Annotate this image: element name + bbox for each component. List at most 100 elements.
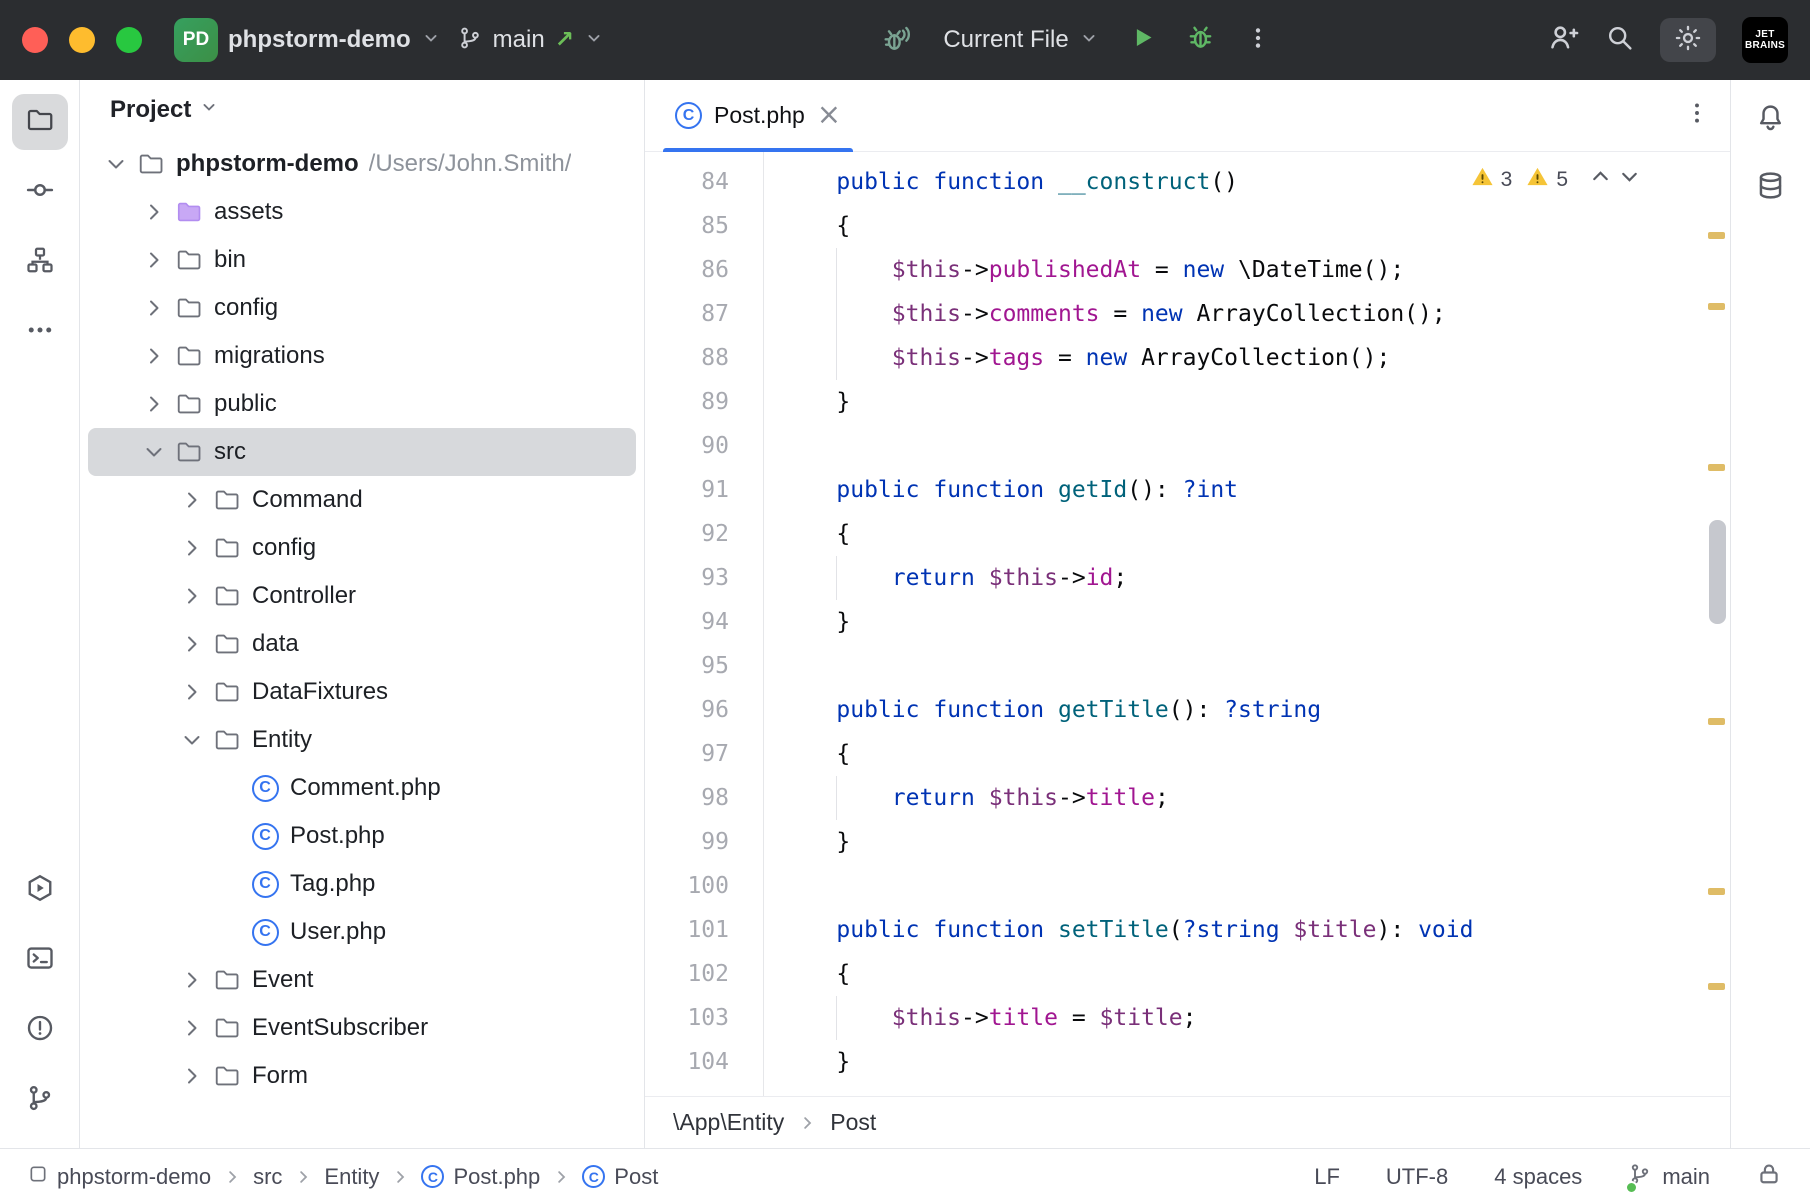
more-tools-button[interactable] bbox=[12, 304, 68, 360]
code-line[interactable]: 88 $this->tags = new ArrayCollection(); bbox=[645, 336, 1730, 380]
line-number[interactable]: 94 bbox=[645, 600, 763, 644]
breadcrumb-item[interactable]: \App\Entity bbox=[673, 1109, 784, 1136]
structure-tool-button[interactable] bbox=[12, 234, 68, 290]
close-window-button[interactable] bbox=[22, 27, 48, 53]
run-button[interactable] bbox=[1129, 24, 1156, 56]
line-number[interactable]: 93 bbox=[645, 556, 763, 600]
tree-item-event[interactable]: Event bbox=[88, 956, 636, 1004]
code-line[interactable]: 103 $this->title = $title; bbox=[645, 996, 1730, 1040]
previous-problem-button[interactable] bbox=[1588, 164, 1613, 195]
close-tab-icon[interactable]: × bbox=[817, 100, 841, 129]
services-tool-button[interactable] bbox=[12, 862, 68, 918]
line-number[interactable]: 104 bbox=[645, 1040, 763, 1084]
tree-chevron-icon[interactable] bbox=[136, 290, 172, 326]
notifications-bell-icon[interactable] bbox=[1755, 102, 1786, 138]
tree-chevron-icon[interactable] bbox=[174, 722, 210, 758]
tree-chevron-icon[interactable] bbox=[136, 338, 172, 374]
tree-chevron-icon[interactable] bbox=[174, 530, 210, 566]
line-number[interactable]: 91 bbox=[645, 468, 763, 512]
line-ending-widget[interactable]: LF bbox=[1314, 1164, 1340, 1190]
code-line[interactable]: 94 } bbox=[645, 600, 1730, 644]
code-line[interactable]: 85 { bbox=[645, 204, 1730, 248]
project-tool-button[interactable] bbox=[12, 94, 68, 150]
tree-item-config[interactable]: config bbox=[88, 284, 636, 332]
project-panel-header[interactable]: Project bbox=[80, 80, 644, 140]
terminal-tool-button[interactable] bbox=[12, 932, 68, 988]
tree-chevron-icon[interactable] bbox=[174, 1058, 210, 1094]
tree-chevron-icon[interactable] bbox=[174, 674, 210, 710]
tree-chevron-icon[interactable] bbox=[174, 626, 210, 662]
encoding-widget[interactable]: UTF-8 bbox=[1386, 1164, 1448, 1190]
code-line[interactable]: 92 { bbox=[645, 512, 1730, 556]
tree-chevron-icon[interactable] bbox=[174, 482, 210, 518]
line-number[interactable]: 99 bbox=[645, 820, 763, 864]
debug-button[interactable] bbox=[1186, 23, 1215, 57]
settings-button[interactable] bbox=[1660, 18, 1716, 62]
tab-post-php[interactable]: C Post.php × bbox=[655, 80, 861, 151]
problems-tool-button[interactable] bbox=[12, 1002, 68, 1058]
stripe-warning-mark[interactable] bbox=[1708, 983, 1725, 990]
line-number[interactable]: 101 bbox=[645, 908, 763, 952]
tree-item-tag-php[interactable]: CTag.php bbox=[88, 860, 636, 908]
tree-chevron-icon[interactable] bbox=[136, 386, 172, 422]
code-line[interactable]: 95 bbox=[645, 644, 1730, 688]
indent-widget[interactable]: 4 spaces bbox=[1494, 1164, 1582, 1190]
tree-item-controller[interactable]: Controller bbox=[88, 572, 636, 620]
warning-summary[interactable]: 3 bbox=[1471, 165, 1513, 194]
stripe-warning-mark[interactable] bbox=[1708, 718, 1725, 725]
code-editor[interactable]: 84 public function __construct()85 {86 $… bbox=[645, 152, 1730, 1096]
code-line[interactable]: 86 $this->publishedAt = new \DateTime(); bbox=[645, 248, 1730, 292]
tree-item-config[interactable]: config bbox=[88, 524, 636, 572]
weak-warning-summary[interactable]: 5 bbox=[1526, 165, 1568, 194]
tree-item-datafixtures[interactable]: DataFixtures bbox=[88, 668, 636, 716]
code-line[interactable]: 87 $this->comments = new ArrayCollection… bbox=[645, 292, 1730, 336]
tree-item-phpstorm-demo[interactable]: phpstorm-demo/Users/John.Smith/ bbox=[88, 140, 636, 188]
branch-widget[interactable]: main bbox=[1628, 1162, 1710, 1192]
tree-item-eventsubscriber[interactable]: EventSubscriber bbox=[88, 1004, 636, 1052]
profiler-icon[interactable] bbox=[881, 22, 913, 59]
stripe-warning-mark[interactable] bbox=[1708, 303, 1725, 310]
line-number[interactable]: 89 bbox=[645, 380, 763, 424]
stripe-warning-mark[interactable] bbox=[1708, 232, 1725, 239]
tree-chevron-icon[interactable] bbox=[136, 434, 172, 470]
code-line[interactable]: 99 } bbox=[645, 820, 1730, 864]
code-line[interactable]: 100 bbox=[645, 864, 1730, 908]
tree-item-form[interactable]: Form bbox=[88, 1052, 636, 1100]
fullscreen-window-button[interactable] bbox=[116, 27, 142, 53]
status-path-item-src[interactable]: src bbox=[253, 1164, 282, 1190]
tree-item-comment-php[interactable]: CComment.php bbox=[88, 764, 636, 812]
run-configuration-selector[interactable]: Current File bbox=[943, 26, 1098, 54]
line-number[interactable]: 85 bbox=[645, 204, 763, 248]
line-number[interactable]: 98 bbox=[645, 776, 763, 820]
stripe-warning-mark[interactable] bbox=[1708, 464, 1725, 471]
scrollbar-thumb[interactable] bbox=[1709, 520, 1726, 624]
tree-chevron-icon[interactable] bbox=[174, 578, 210, 614]
database-icon[interactable] bbox=[1755, 170, 1786, 206]
tree-item-public[interactable]: public bbox=[88, 380, 636, 428]
tree-item-data[interactable]: data bbox=[88, 620, 636, 668]
code-line[interactable]: 90 bbox=[645, 424, 1730, 468]
code-line[interactable]: 98 return $this->title; bbox=[645, 776, 1730, 820]
search-everywhere-icon[interactable] bbox=[1605, 23, 1634, 57]
tree-item-assets[interactable]: assets bbox=[88, 188, 636, 236]
code-line[interactable]: 91 public function getId(): ?int bbox=[645, 468, 1730, 512]
tree-chevron-icon[interactable] bbox=[98, 146, 134, 182]
commit-tool-button[interactable] bbox=[12, 164, 68, 220]
line-number[interactable]: 102 bbox=[645, 952, 763, 996]
code-line[interactable]: 96 public function getTitle(): ?string bbox=[645, 688, 1730, 732]
tree-chevron-icon[interactable] bbox=[136, 242, 172, 278]
version-control-tool-button[interactable] bbox=[12, 1072, 68, 1128]
line-number[interactable]: 88 bbox=[645, 336, 763, 380]
tab-options-kebab-icon[interactable] bbox=[1684, 100, 1710, 131]
status-path-item-post[interactable]: CPost bbox=[582, 1164, 658, 1190]
line-number[interactable]: 100 bbox=[645, 864, 763, 908]
line-number[interactable]: 96 bbox=[645, 688, 763, 732]
line-number[interactable]: 103 bbox=[645, 996, 763, 1040]
tree-item-src[interactable]: src bbox=[88, 428, 636, 476]
code-line[interactable]: 102 { bbox=[645, 952, 1730, 996]
line-number[interactable]: 86 bbox=[645, 248, 763, 292]
code-line[interactable]: 93 return $this->id; bbox=[645, 556, 1730, 600]
tree-item-post-php[interactable]: CPost.php bbox=[88, 812, 636, 860]
more-actions-kebab-icon[interactable] bbox=[1245, 25, 1271, 56]
line-number[interactable]: 84 bbox=[645, 160, 763, 204]
